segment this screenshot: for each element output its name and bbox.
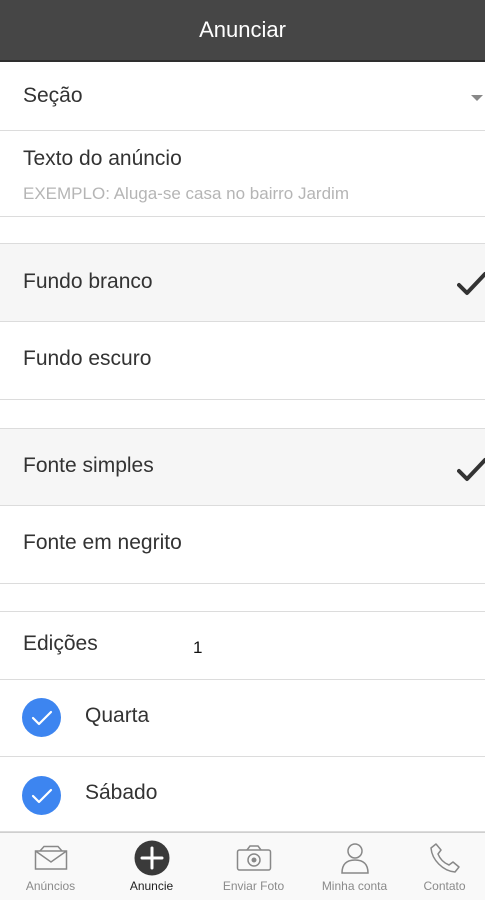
bottom-tab-bar: Anúncios Anuncie Enviar Foto Minha conta… bbox=[0, 832, 485, 900]
editions-row: Edições 1 bbox=[0, 612, 485, 680]
section-spacer bbox=[0, 217, 485, 244]
checkbox-checked-icon[interactable] bbox=[22, 698, 61, 737]
add-circle-icon bbox=[134, 840, 170, 876]
editions-label: Edições bbox=[23, 632, 98, 655]
tab-anuncie[interactable]: Anuncie bbox=[101, 833, 202, 900]
checkbox-checked-icon[interactable] bbox=[22, 776, 61, 815]
option-fonte-negrito[interactable]: Fonte em negrito bbox=[0, 506, 485, 584]
page-title: Anunciar bbox=[199, 17, 286, 42]
phone-icon bbox=[429, 841, 461, 875]
checkmark-icon bbox=[457, 272, 485, 295]
tab-label: Enviar Foto bbox=[222, 879, 285, 893]
tab-label: Anúncios bbox=[25, 879, 76, 893]
tab-label: Minha conta bbox=[321, 879, 388, 893]
day-option-sabado[interactable]: Sábado bbox=[0, 757, 485, 832]
tab-label: Contato bbox=[423, 879, 466, 893]
section-select[interactable]: Seção bbox=[0, 62, 485, 131]
option-label: Fonte em negrito bbox=[23, 531, 182, 554]
day-option-quarta[interactable]: Quarta bbox=[0, 680, 485, 757]
option-fonte-simples[interactable]: Fonte simples bbox=[0, 429, 485, 506]
section-spacer bbox=[0, 584, 485, 612]
tab-anuncios[interactable]: Anúncios bbox=[0, 833, 101, 900]
tab-enviar-foto[interactable]: Enviar Foto bbox=[203, 833, 304, 900]
option-label: Fundo branco bbox=[23, 270, 153, 293]
mail-icon bbox=[34, 841, 68, 875]
user-icon bbox=[340, 841, 370, 875]
option-label: Fonte simples bbox=[23, 454, 154, 477]
option-label: Fundo escuro bbox=[23, 347, 152, 370]
tab-label: Anuncie bbox=[129, 879, 174, 893]
dropdown-caret-icon bbox=[471, 95, 483, 101]
day-label: Sábado bbox=[85, 781, 158, 804]
day-label: Quarta bbox=[85, 704, 150, 727]
section-label: Seção bbox=[23, 84, 83, 107]
option-fundo-branco[interactable]: Fundo branco bbox=[0, 244, 485, 322]
camera-icon bbox=[236, 841, 272, 875]
tab-minha-conta[interactable]: Minha conta bbox=[304, 833, 405, 900]
header-bar: Anunciar bbox=[0, 0, 485, 62]
section-spacer bbox=[0, 400, 485, 429]
ad-text-field[interactable]: Texto do anúncio EXEMPLO: Aluga-se casa … bbox=[0, 131, 485, 217]
editions-count: 1 bbox=[193, 638, 203, 657]
ad-text-label: Texto do anúncio bbox=[23, 147, 182, 170]
ad-text-placeholder: EXEMPLO: Aluga-se casa no bairro Jardim bbox=[23, 184, 349, 203]
tab-contato[interactable]: Contato bbox=[404, 833, 485, 900]
option-fundo-escuro[interactable]: Fundo escuro bbox=[0, 322, 485, 400]
checkmark-icon bbox=[457, 458, 485, 481]
